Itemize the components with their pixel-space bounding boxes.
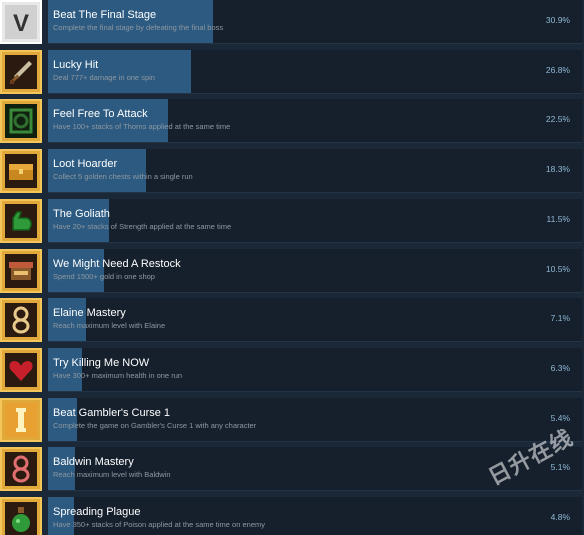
heart-icon bbox=[5, 353, 37, 387]
roman-v-icon: V bbox=[5, 5, 37, 39]
unlock-percentage-bar bbox=[48, 447, 75, 490]
unlock-percentage: 30.9% bbox=[545, 15, 570, 25]
achievement-card: Try Killing Me NOW Have 300+ maximum heal… bbox=[48, 348, 582, 392]
achievement-icon-frame bbox=[0, 50, 42, 94]
unlock-percentage-bar bbox=[48, 398, 77, 441]
achievement-icon-frame bbox=[0, 348, 42, 392]
achievement-icon-frame bbox=[0, 298, 42, 342]
unlock-percentage-bar bbox=[48, 50, 191, 93]
achievement-title: Beat Gambler's Curse 1 bbox=[53, 407, 171, 419]
achievement-title: Elaine Mastery bbox=[53, 307, 126, 319]
sword-icon bbox=[5, 55, 37, 89]
unlock-percentage: 10.5% bbox=[545, 264, 570, 274]
unlock-percentage: 5.1% bbox=[550, 462, 570, 472]
unlock-percentage-bar bbox=[48, 149, 146, 192]
achievement-icon-frame bbox=[0, 199, 42, 243]
achievement-title: Loot Hoarder bbox=[53, 158, 118, 170]
achievement-description: Collect 5 golden chests within a single … bbox=[53, 172, 193, 181]
unlock-percentage-bar bbox=[48, 348, 82, 391]
achievement-card: Loot Hoarder Collect 5 golden chests with… bbox=[48, 149, 582, 193]
achievement-row[interactable]: Beat Gambler's Curse 1 Complete the game … bbox=[0, 398, 584, 442]
achievement-description: Have 350+ stacks of Poison applied at th… bbox=[53, 520, 265, 529]
unlock-percentage-bar bbox=[48, 249, 104, 292]
unlock-percentage: 18.3% bbox=[545, 164, 570, 174]
treasure-chest-icon bbox=[5, 154, 37, 188]
shop-stall-icon bbox=[5, 254, 37, 288]
achievement-description: Reach maximum level with Baldwin bbox=[53, 470, 171, 479]
achievement-card: Beat The Final Stage Complete the final s… bbox=[48, 0, 582, 44]
achievement-row[interactable]: Lucky Hit Deal 777+ damage in one spin 26.… bbox=[0, 50, 584, 94]
achievement-description: Have 100+ stacks of Thorns applied at th… bbox=[53, 122, 231, 131]
achievement-card: The Goliath Have 20+ stacks of Strength a… bbox=[48, 199, 582, 243]
unlock-percentage: 6.3% bbox=[550, 363, 570, 373]
unlock-percentage: 11.5% bbox=[546, 214, 570, 224]
flexed-arm-icon bbox=[5, 204, 37, 238]
achievement-card: Lucky Hit Deal 777+ damage in one spin 26.… bbox=[48, 50, 582, 94]
achievement-card: Spreading Plague Have 350+ stacks of Pois… bbox=[48, 497, 582, 535]
achievement-icon-frame bbox=[0, 249, 42, 293]
achievement-title: Feel Free To Attack bbox=[53, 108, 148, 120]
unlock-percentage-bar bbox=[48, 0, 213, 43]
achievement-row[interactable]: We Might Need A Restock Spend 1500+ gold … bbox=[0, 249, 584, 293]
roman-eight-icon bbox=[5, 303, 37, 337]
achievement-title: Baldwin Mastery bbox=[53, 456, 134, 468]
achievement-row[interactable]: Loot Hoarder Collect 5 golden chests with… bbox=[0, 149, 584, 193]
unlock-percentage: 26.8% bbox=[545, 65, 570, 75]
achievement-row[interactable]: Spreading Plague Have 350+ stacks of Pois… bbox=[0, 497, 584, 535]
baldwin-icon bbox=[5, 452, 37, 486]
achievement-row[interactable]: The Goliath Have 20+ stacks of Strength a… bbox=[0, 199, 584, 243]
svg-text:V: V bbox=[13, 10, 29, 37]
achievement-icon-frame bbox=[0, 447, 42, 491]
achievement-card: Beat Gambler's Curse 1 Complete the game … bbox=[48, 398, 582, 442]
unlock-percentage: 22.5% bbox=[545, 114, 570, 124]
achievement-description: Complete the game on Gambler's Curse 1 w… bbox=[53, 421, 257, 430]
unlock-percentage: 7.1% bbox=[550, 313, 570, 323]
unlock-percentage-bar bbox=[48, 99, 168, 142]
achievement-title: Spreading Plague bbox=[53, 506, 141, 518]
unlock-percentage: 4.8% bbox=[550, 512, 570, 522]
poison-flask-icon bbox=[5, 502, 37, 535]
achievement-row[interactable]: Feel Free To Attack Have 100+ stacks of T… bbox=[0, 99, 584, 143]
thorns-icon bbox=[5, 104, 37, 138]
roman-one-icon bbox=[5, 403, 37, 437]
achievement-card: Elaine Mastery Reach maximum level with E… bbox=[48, 298, 582, 342]
achievement-description: Reach maximum level with Elaine bbox=[53, 321, 166, 330]
achievement-description: Complete the final stage by defeating th… bbox=[53, 23, 224, 32]
achievement-title: The Goliath bbox=[53, 208, 110, 220]
achievement-icon-frame bbox=[0, 99, 42, 143]
achievement-row[interactable]: Elaine Mastery Reach maximum level with E… bbox=[0, 298, 584, 342]
achievement-description: Deal 777+ damage in one spin bbox=[53, 73, 155, 82]
unlock-percentage-bar bbox=[48, 199, 109, 242]
achievement-title: We Might Need A Restock bbox=[53, 258, 181, 270]
achievement-title: Beat The Final Stage bbox=[53, 9, 157, 21]
achievement-card: We Might Need A Restock Spend 1500+ gold … bbox=[48, 249, 582, 293]
achievement-description: Spend 1500+ gold in one shop bbox=[53, 272, 155, 281]
achievement-card: Feel Free To Attack Have 100+ stacks of T… bbox=[48, 99, 582, 143]
achievement-row[interactable]: Try Killing Me NOW Have 300+ maximum heal… bbox=[0, 348, 584, 392]
achievement-icon-frame bbox=[0, 149, 42, 193]
achievement-title: Lucky Hit bbox=[53, 59, 99, 71]
achievement-description: Have 300+ maximum health in one run bbox=[53, 371, 183, 380]
achievement-description: Have 20+ stacks of Strength applied at t… bbox=[53, 222, 232, 231]
achievement-icon-frame: V bbox=[0, 0, 42, 44]
achievement-title: Try Killing Me NOW bbox=[53, 357, 150, 369]
achievement-row[interactable]: V Beat The Final Stage Complete the final … bbox=[0, 0, 584, 44]
achievement-icon-frame bbox=[0, 398, 42, 442]
achievement-icon-frame bbox=[0, 497, 42, 535]
unlock-percentage-bar bbox=[48, 298, 86, 341]
